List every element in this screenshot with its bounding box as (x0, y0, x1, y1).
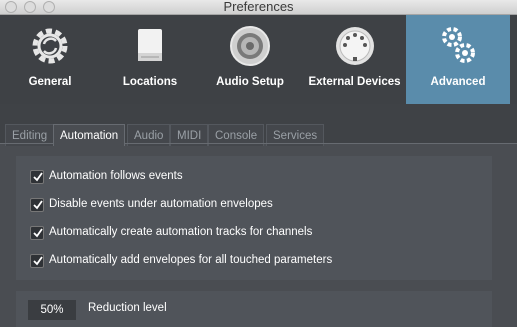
tab-bar: Editing Automation Audio MIDI Console Se… (0, 104, 517, 146)
drive-icon (138, 29, 162, 61)
toolbar-item-general[interactable]: General (0, 15, 100, 104)
toolbar-item-external-devices[interactable]: External Devices (303, 15, 406, 104)
toolbar-label-advanced: Advanced (430, 76, 486, 88)
checkmark-icon (33, 256, 43, 266)
toolbar-label-external-devices: External Devices (308, 76, 401, 88)
toolbar-label-audio-setup: Audio Setup (216, 76, 284, 88)
reduction-level-label: Reduction level (88, 302, 167, 314)
midi-port-icon (335, 27, 374, 65)
toolbar-item-advanced[interactable]: Advanced (406, 15, 510, 104)
toolbar-label-locations: Locations (122, 76, 178, 88)
tab-automation[interactable]: Automation (53, 124, 126, 146)
toolbar-item-locations[interactable]: Locations (100, 15, 200, 104)
option-label: Automatically add envelopes for all touc… (49, 254, 333, 266)
speaker-icon (230, 26, 270, 66)
reduction-level-field[interactable]: 50% (28, 300, 76, 320)
gears-icon (442, 27, 475, 63)
option-label: Disable events under automation envelope… (49, 198, 273, 210)
option-label: Automatically create automation tracks f… (49, 226, 313, 238)
checkbox[interactable] (30, 198, 44, 212)
automation-options-panel: Automation follows events Disable events… (16, 156, 492, 280)
checkbox[interactable] (30, 226, 44, 240)
checkmark-icon (33, 172, 43, 182)
reduction-panel: 50% Reduction level (16, 291, 492, 327)
checkbox[interactable] (30, 170, 44, 184)
toolbar-label-general: General (28, 76, 72, 88)
checkmark-icon (33, 228, 43, 238)
checkmark-icon (33, 200, 43, 210)
title-bar: Preferences (0, 0, 517, 15)
gear-icon (32, 28, 68, 64)
option-label: Automation follows events (49, 170, 183, 182)
toolbar-item-audio-setup[interactable]: Audio Setup (200, 15, 300, 104)
preferences-toolbar: General Locations Audio Setup External D… (0, 15, 517, 104)
checkbox[interactable] (30, 254, 44, 268)
window-title: Preferences (223, 0, 294, 14)
